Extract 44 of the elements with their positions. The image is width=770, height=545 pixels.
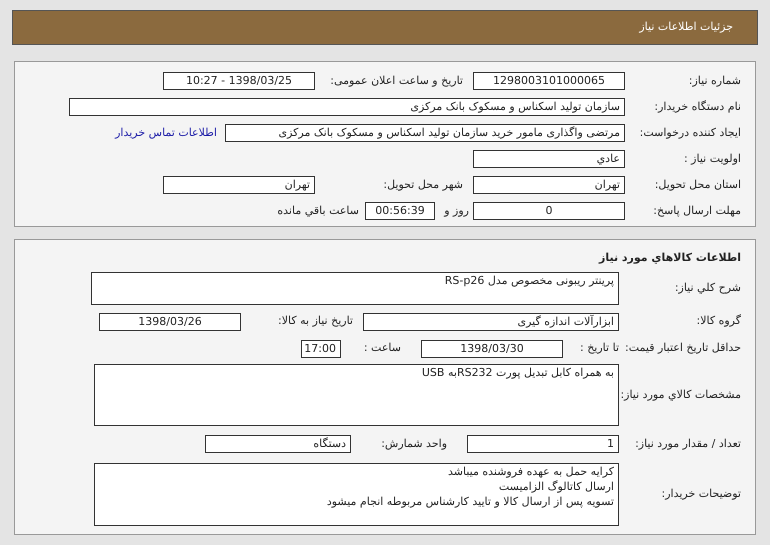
field-label: ساعت : xyxy=(364,341,401,354)
text-field[interactable]: سازمان تولید اسکناس و مسکوک بانک مرکزی xyxy=(69,98,625,116)
text-field[interactable]: مرتضی واگذاری مامور خرید سازمان تولید اسکناس و مسکوک بانک مرکزی xyxy=(225,124,625,142)
text-field[interactable]: 1398/03/30 xyxy=(421,340,563,358)
text-field[interactable]: 1298003101000065 xyxy=(473,72,625,90)
field-label: شرح کلي نياز: xyxy=(674,280,741,294)
field-label: توضیحات خریدار: xyxy=(662,486,741,500)
page-title: جزئیات اطلاعات نیاز xyxy=(639,19,733,36)
field-label: نام دستگاه خریدار: xyxy=(654,100,741,113)
field-label: تعداد / مقدار مورد نیاز: xyxy=(635,436,741,450)
section-title: اطلاعات کالاهاي مورد نياز xyxy=(599,250,741,266)
field-label: ساعت باقي مانده xyxy=(277,204,359,217)
note-line: کرایه حمل به عهده فروشنده میباشد xyxy=(448,464,614,478)
text-field[interactable]: به همراه کابل تبدیل پورت RS232به USB xyxy=(94,364,619,426)
text-area[interactable]: کرایه حمل به عهده فروشنده میباشد ارسال کاتالوگ الزامیست تسویه پس از ارسال کالا و تایید کارشناس مربوطه انجام میشود xyxy=(94,462,619,526)
text-field[interactable]: دستگاه xyxy=(205,435,351,453)
field-label: تاریخ و ساعت اعلان عمومی: xyxy=(330,74,463,87)
field-label: تا تاریخ : xyxy=(580,341,619,354)
text-field[interactable]: پرینتر ریبونی مخصوص مدل RS-p26 xyxy=(91,272,619,304)
field-label: استان محل تحویل: xyxy=(654,178,741,191)
text-field[interactable]: ابزارآلات اندازه گیری xyxy=(363,312,619,330)
field-label: ایجاد کننده درخواست: xyxy=(640,126,741,139)
text-field[interactable]: 00:56:39 xyxy=(365,202,435,220)
field-label: اولویت نیاز : xyxy=(684,152,741,165)
text-field[interactable]: تهران xyxy=(473,176,625,194)
text-field[interactable]: 17:00 xyxy=(301,340,341,358)
field-label: گروه کالا: xyxy=(696,314,741,328)
text-field[interactable]: 0 xyxy=(473,202,625,220)
field-label: شهر محل تحویل: xyxy=(383,178,463,191)
field-label: مهلت ارسال پاسخ: xyxy=(653,204,741,217)
field-label: واحد شمارش: xyxy=(381,436,447,450)
text-field[interactable]: 1398/03/26 xyxy=(99,312,241,330)
field-label: تاریخ نیاز به کالا: xyxy=(278,314,353,328)
field-label: روز و xyxy=(444,204,469,217)
field-label: حداقل تاریخ اعتبار قیمت: xyxy=(625,341,741,354)
text-field[interactable]: 1 xyxy=(467,435,619,453)
text-field[interactable]: عادي xyxy=(473,150,625,168)
note-line: تسویه پس از ارسال کالا و تایید کارشناس مربوطه انجام میشود xyxy=(326,494,614,508)
text-field[interactable]: 1398/03/25 - 10:27 xyxy=(163,72,315,90)
text-field[interactable]: تهران xyxy=(163,176,315,194)
contact-info-link[interactable]: اطلاعات تماس خریدار xyxy=(115,124,217,142)
field-label: مشخصات کالاي مورد نياز: xyxy=(620,388,741,401)
note-line: ارسال کاتالوگ الزامیست xyxy=(498,478,614,494)
field-label: شماره نیاز: xyxy=(688,74,741,87)
